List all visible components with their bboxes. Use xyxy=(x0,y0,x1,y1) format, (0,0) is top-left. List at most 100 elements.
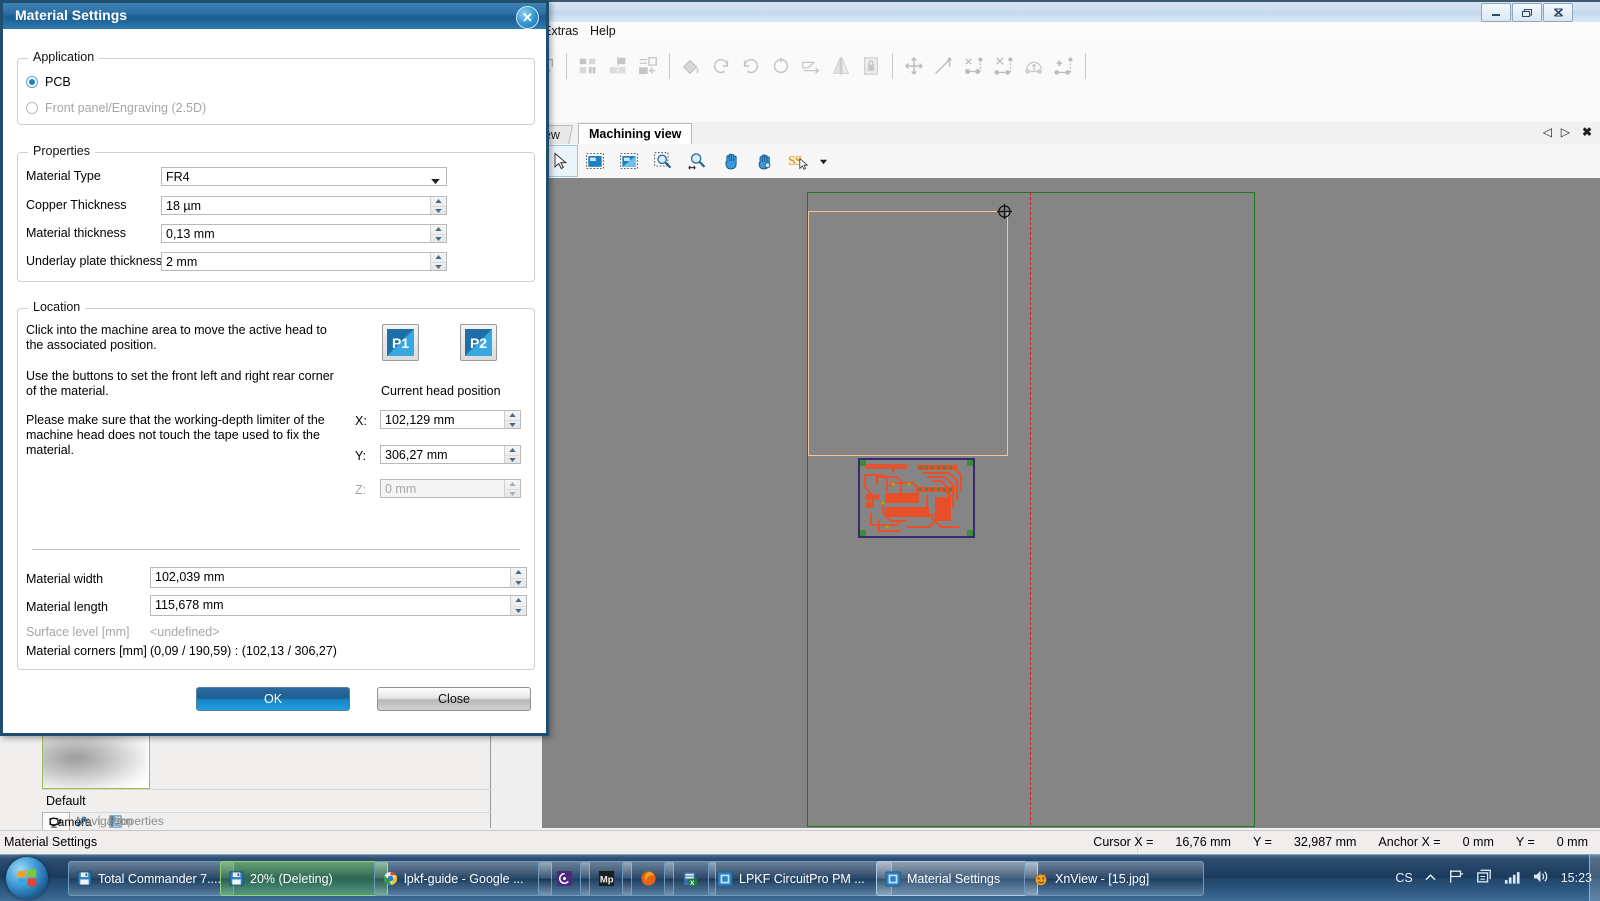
menu-help[interactable]: Help xyxy=(590,24,616,38)
rotate-full-icon[interactable] xyxy=(766,49,796,83)
status-anchor-y-label: Y = xyxy=(1515,835,1535,849)
network-sharing-icon[interactable] xyxy=(1476,869,1492,887)
window-restore-button[interactable] xyxy=(1512,3,1542,22)
head-y-spinner[interactable] xyxy=(504,446,520,463)
material-length-spinner[interactable] xyxy=(510,596,526,615)
flag-action-center-icon[interactable] xyxy=(1448,869,1464,887)
material-thickness-value: 0,13 mm xyxy=(166,227,215,241)
pan-grab-icon[interactable] xyxy=(748,146,782,176)
underlay-plate-thickness-spinner[interactable] xyxy=(430,253,446,270)
head-x-spinner[interactable] xyxy=(504,411,520,428)
taskbar-item-material-settings[interactable]: Material Settings xyxy=(876,861,1038,896)
start-button[interactable] xyxy=(6,857,48,899)
p2-button[interactable]: P2 xyxy=(460,324,497,361)
align-wrap-icon[interactable] xyxy=(633,49,663,83)
align-center-icon[interactable] xyxy=(603,49,633,83)
tab-prev-button[interactable]: ◁ xyxy=(1543,125,1552,139)
spinner-up-icon[interactable] xyxy=(505,446,520,455)
material-corners-value: (0,09 / 190,59) : (102,13 / 306,27) xyxy=(150,644,337,658)
material-width-spinner[interactable] xyxy=(510,568,526,587)
panel-tab-camera[interactable]: Camera xyxy=(42,811,92,831)
dialog-close-button[interactable]: ✕ xyxy=(516,6,539,29)
zoom-extents-icon[interactable] xyxy=(680,146,714,176)
zoom-selection-icon[interactable] xyxy=(612,146,646,176)
tab-machining-view[interactable]: Machining view xyxy=(578,123,693,145)
show-desktop-button[interactable] xyxy=(1589,855,1600,901)
snap-icon[interactable]: SS xyxy=(782,146,816,176)
radio-pcb[interactable]: PCB xyxy=(26,75,71,89)
align-grid-icon[interactable] xyxy=(573,49,603,83)
spinner-down-icon[interactable] xyxy=(511,577,526,588)
spinner-down-icon[interactable] xyxy=(505,419,520,430)
dropdown-arrow-icon[interactable] xyxy=(816,146,830,176)
spinner-up-icon[interactable] xyxy=(511,596,526,605)
taskbar-item-circuitpro[interactable]: LPKF CircuitPro PM ... xyxy=(708,861,892,896)
close-button[interactable]: Close xyxy=(377,687,531,711)
application-group-legend: Application xyxy=(28,50,100,64)
fill-icon[interactable] xyxy=(676,49,706,83)
head-y-value: 306,27 mm xyxy=(385,448,448,462)
spinner-down-icon[interactable] xyxy=(505,454,520,465)
machining-view-canvas[interactable] xyxy=(542,178,1600,828)
spinner-down-icon[interactable] xyxy=(431,261,446,272)
taskbar-item-deleting-progress[interactable]: 20% (Deleting) xyxy=(220,861,388,896)
material-thickness-spinner[interactable] xyxy=(430,225,446,242)
measure-arc-icon[interactable] xyxy=(1019,49,1049,83)
zoom-region-icon[interactable] xyxy=(646,146,680,176)
surface-level-label: Surface level [mm] xyxy=(26,625,130,639)
p1-button[interactable]: P1 xyxy=(382,324,419,361)
spinner-down-icon[interactable] xyxy=(511,605,526,616)
underlay-plate-thickness-input[interactable]: 2 mm xyxy=(161,252,447,271)
spinner-up-icon[interactable] xyxy=(431,197,446,206)
measure-cut-icon[interactable] xyxy=(959,49,989,83)
taskbar-item-total-commander[interactable]: Total Commander 7.... xyxy=(68,861,234,896)
spinner-up-icon[interactable] xyxy=(511,568,526,577)
material-length-input[interactable]: 115,678 mm xyxy=(150,595,527,616)
copper-thickness-input[interactable]: 18 µm xyxy=(161,196,447,215)
head-x-input[interactable]: 102,129 mm xyxy=(380,410,521,429)
svg-text:Mp: Mp xyxy=(599,874,613,885)
spinner-up-icon[interactable] xyxy=(431,253,446,262)
window-close-button[interactable] xyxy=(1543,3,1573,22)
head-z-input: 0 mm xyxy=(380,479,521,498)
volume-icon[interactable] xyxy=(1532,869,1549,887)
radio-pcb-icon xyxy=(26,76,38,88)
pcb-layout[interactable] xyxy=(857,457,976,539)
spinner-up-icon[interactable] xyxy=(505,411,520,420)
zoom-window-icon[interactable] xyxy=(578,146,612,176)
chrome-icon xyxy=(383,871,398,886)
pan-hand-icon[interactable] xyxy=(714,146,748,176)
measure-x-icon[interactable] xyxy=(989,49,1019,83)
mirror-vertical-icon[interactable] xyxy=(826,49,856,83)
rotate-cw-icon[interactable] xyxy=(736,49,766,83)
taskbar-item-label: Total Commander 7.... xyxy=(98,871,221,886)
taskbar-clock[interactable]: 15:23 xyxy=(1561,871,1592,885)
head-x-label: X: xyxy=(355,414,367,428)
tab-close-button[interactable]: ✖ xyxy=(1582,125,1592,139)
material-width-input[interactable]: 102,039 mm xyxy=(150,567,527,588)
measure-add-icon[interactable] xyxy=(1049,49,1079,83)
tray-language-indicator[interactable]: CS xyxy=(1395,871,1412,885)
lock-icon[interactable] xyxy=(856,49,886,83)
taskbar-item-xnview[interactable]: XnView - [15.jpg] xyxy=(1024,861,1204,896)
rotate-ccw-icon[interactable] xyxy=(706,49,736,83)
spinner-down-icon[interactable] xyxy=(431,205,446,216)
spinner-down-icon xyxy=(505,488,520,499)
material-outline[interactable] xyxy=(808,211,1008,456)
window-minimize-button[interactable] xyxy=(1481,3,1511,22)
move-icon[interactable] xyxy=(899,49,929,83)
ok-button[interactable]: OK xyxy=(196,687,350,711)
signal-bars-icon[interactable] xyxy=(1504,870,1520,887)
measure-angle-icon[interactable] xyxy=(929,49,959,83)
material-thickness-input[interactable]: 0,13 mm xyxy=(161,224,447,243)
spinner-down-icon[interactable] xyxy=(431,233,446,244)
taskbar-item-chrome[interactable]: lpkf-guide - Google ... xyxy=(374,861,552,896)
head-y-input[interactable]: 306,27 mm xyxy=(380,445,521,464)
material-type-combo[interactable]: FR4 xyxy=(161,167,447,186)
tab-next-button[interactable]: ▷ xyxy=(1561,125,1570,139)
show-hidden-icons-arrow[interactable] xyxy=(1425,871,1436,885)
spinner-up-icon[interactable] xyxy=(431,225,446,234)
material-type-value: FR4 xyxy=(166,170,190,184)
copper-thickness-spinner[interactable] xyxy=(430,197,446,214)
mirror-horizontal-icon[interactable] xyxy=(796,49,826,83)
